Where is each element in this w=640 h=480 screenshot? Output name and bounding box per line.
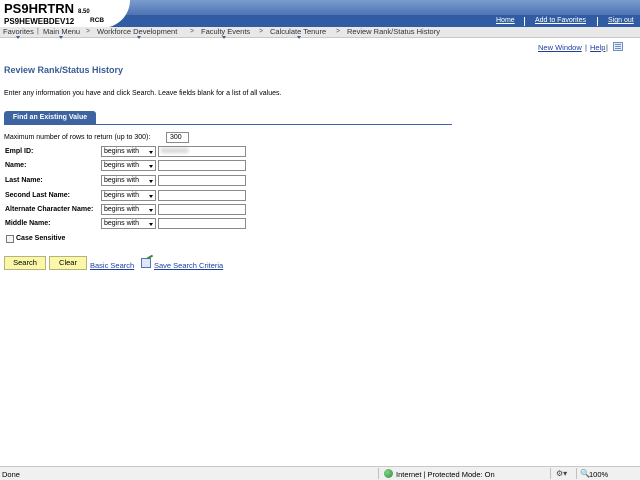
header-banner: PS9HRTRN 8.50 PS9HEWEBDEV12 RCB Home Add… [0, 0, 640, 28]
empl-id-value: 0000000 [161, 148, 189, 155]
basic-search-link[interactable]: Basic Search [90, 261, 134, 270]
zoom-level[interactable]: 100% [589, 470, 608, 479]
user-id: RCB [90, 17, 105, 24]
dropdown-indicator-icon [222, 36, 226, 39]
chevron-down-icon [149, 165, 153, 168]
case-sensitive-checkbox[interactable] [6, 235, 14, 243]
nav-separator: > [259, 28, 264, 35]
menu-breadcrumb-bar: Favorites | Main Menu > Workforce Develo… [0, 27, 640, 39]
customize-page-icon[interactable] [613, 42, 623, 51]
instructions-text: Enter any information you have and click… [4, 90, 282, 97]
max-rows-input[interactable]: 300 [166, 132, 189, 143]
operator-value: begins with [104, 177, 140, 184]
middle-name-operator-select[interactable]: begins with [101, 218, 156, 229]
new-window-link[interactable]: New Window [538, 43, 582, 52]
last-name-operator-select[interactable]: begins with [101, 175, 156, 186]
chevron-down-icon [149, 223, 153, 226]
nav-separator: | [37, 28, 39, 35]
dropdown-indicator-icon [297, 36, 301, 39]
chevron-down-icon [149, 209, 153, 212]
sign-out-link[interactable]: Sign out [608, 17, 634, 24]
system-version: 8.50 [78, 9, 90, 15]
operator-value: begins with [104, 162, 140, 169]
second-last-name-input[interactable] [158, 190, 246, 201]
dropdown-indicator-icon [59, 36, 63, 39]
status-divider [378, 468, 379, 479]
home-link[interactable]: Home [496, 17, 515, 24]
add-to-favorites-link[interactable]: Add to Favorites [535, 17, 586, 24]
security-zone-text[interactable]: Internet | Protected Mode: On [396, 470, 495, 479]
save-search-criteria-link[interactable]: Save Search Criteria [154, 261, 223, 270]
second-last-name-operator-select[interactable]: begins with [101, 190, 156, 201]
last-name-label: Last Name: [5, 177, 43, 184]
globe-icon [384, 469, 393, 478]
link-separator: | [606, 43, 608, 52]
status-divider [576, 468, 577, 479]
database-name: PS9HEWEBDEV12 [4, 17, 75, 26]
operator-value: begins with [104, 206, 140, 213]
system-name: PS9HRTRN [4, 1, 75, 16]
header-link-separator [524, 17, 525, 26]
operator-value: begins with [104, 192, 140, 199]
empl-id-label: Empl ID: [5, 148, 34, 155]
protected-mode-icon[interactable]: ⚙▾ [556, 469, 567, 478]
chevron-down-icon [149, 195, 153, 198]
name-label: Name: [5, 162, 27, 169]
dropdown-indicator-icon [137, 36, 141, 39]
alternate-character-name-input[interactable] [158, 204, 246, 215]
status-divider [550, 468, 551, 479]
max-rows-label: Maximum number of rows to return (up to … [4, 134, 151, 141]
save-search-icon[interactable] [141, 258, 151, 268]
tab-find-existing-value[interactable]: Find an Existing Value [4, 111, 96, 124]
tab-underline [4, 124, 452, 125]
operator-value: begins with [104, 220, 140, 227]
help-link[interactable]: Help [590, 43, 605, 52]
alternate-character-name-operator-select[interactable]: begins with [101, 204, 156, 215]
operator-value: begins with [104, 148, 140, 155]
nav-separator: > [86, 28, 91, 35]
browser-status-bar: Done Internet | Protected Mode: On ⚙▾ 🔍 … [0, 466, 640, 480]
nav-separator: > [190, 28, 195, 35]
clear-button[interactable]: Clear [49, 256, 87, 270]
chevron-down-icon [149, 180, 153, 183]
dropdown-indicator-icon [16, 36, 20, 39]
status-text: Done [2, 470, 20, 479]
empl-id-input[interactable]: 0000000 [158, 146, 246, 157]
header-link-separator [597, 17, 598, 26]
last-name-input[interactable] [158, 175, 246, 186]
search-button[interactable]: Search [4, 256, 46, 270]
second-last-name-label: Second Last Name: [5, 192, 70, 199]
name-operator-select[interactable]: begins with [101, 160, 156, 171]
middle-name-input[interactable] [158, 218, 246, 229]
middle-name-label: Middle Name: [5, 220, 51, 227]
link-separator: | [585, 43, 587, 52]
alternate-character-name-label: Alternate Character Name: [5, 206, 94, 213]
name-input[interactable] [158, 160, 246, 171]
nav-separator: > [336, 28, 341, 35]
nav-review-rank-status-history[interactable]: Review Rank/Status History [347, 27, 440, 37]
empl-id-operator-select[interactable]: begins with [101, 146, 156, 157]
page-title: Review Rank/Status History [4, 65, 124, 75]
chevron-down-icon [149, 151, 153, 154]
case-sensitive-label: Case Sensitive [16, 235, 66, 242]
